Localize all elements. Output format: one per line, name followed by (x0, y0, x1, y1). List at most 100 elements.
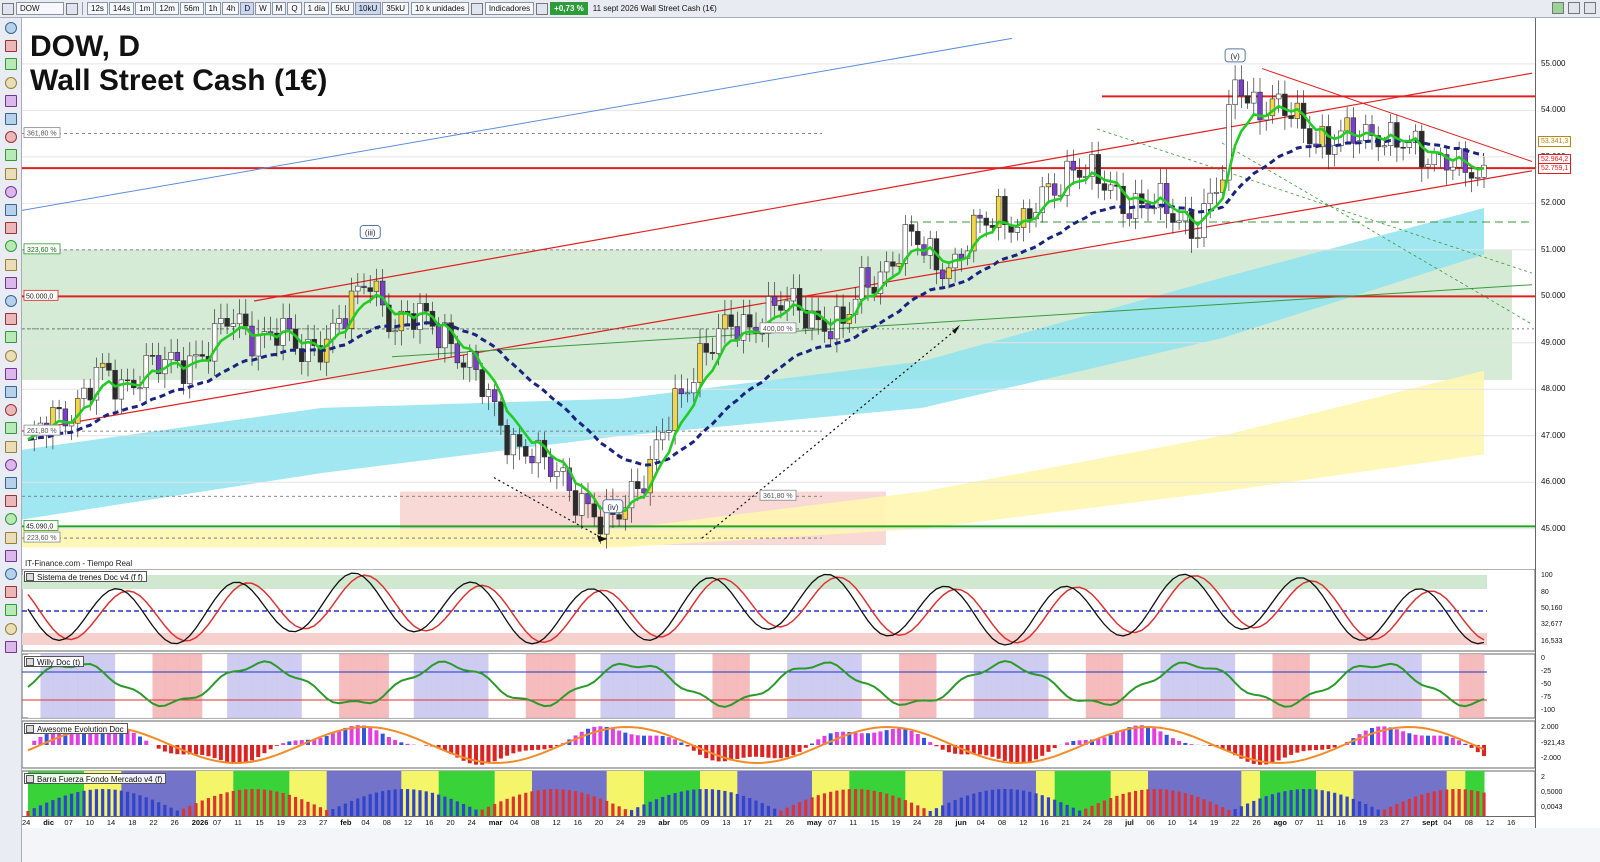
magnet-icon[interactable] (5, 94, 17, 107)
force-background (1465, 771, 1485, 817)
lock-icon[interactable] (5, 349, 17, 362)
unit-button-35kU[interactable]: 35kU (382, 2, 409, 15)
brush-icon[interactable] (1552, 2, 1564, 14)
maximize-icon[interactable] (1584, 2, 1596, 14)
timeframe-button-4h[interactable]: 4h (222, 2, 240, 15)
indicators-button[interactable]: Indicadores (484, 2, 535, 15)
cursor-icon[interactable] (5, 22, 17, 34)
symbol-selector[interactable]: DOW (16, 2, 64, 15)
force-bar (965, 795, 970, 817)
date-tick-label: 14 (106, 818, 116, 827)
chart-type-icon[interactable] (66, 2, 78, 15)
willy-background-bar (476, 654, 489, 718)
elliott-icon[interactable] (5, 404, 17, 417)
unit-button-5kU[interactable]: 5kU (331, 2, 354, 15)
timeframe-button-12m[interactable]: 12m (155, 2, 179, 15)
force-bar (661, 796, 665, 817)
favorite-icon[interactable] (5, 568, 17, 580)
awesome-bar (1270, 745, 1275, 763)
candle-body (778, 305, 784, 311)
arrow-icon[interactable] (5, 167, 17, 180)
layers-icon[interactable] (5, 549, 17, 562)
timeframe-button-144s[interactable]: 144s (108, 2, 135, 15)
willy-background-bar (973, 654, 987, 718)
crosshair-icon[interactable] (5, 76, 17, 89)
zoom-out-icon[interactable] (5, 58, 17, 71)
price-chart[interactable]: (iii) (iv) (v) 361,80 % 323,60 % 261,80 % 223,… (22, 18, 1535, 569)
settings-icon[interactable] (5, 495, 17, 508)
awesome-bar (536, 745, 541, 750)
panel-settings-icon[interactable] (26, 573, 34, 581)
force-background (214, 771, 234, 817)
pattern-icon[interactable] (5, 440, 17, 453)
willy-background-bar (724, 654, 738, 718)
date-tick-label: 18 (128, 818, 137, 827)
unit-button-10kU[interactable]: 10kU (354, 2, 382, 15)
gann-icon[interactable] (5, 386, 17, 398)
awesome-bar (946, 745, 951, 753)
panel-settings-icon[interactable] (26, 725, 34, 733)
indicator-panel-label[interactable]: Barra Fuerza Fondo Mercado v4 (f) (24, 773, 167, 784)
timeframe-button-M[interactable]: M (271, 2, 287, 15)
force-background (513, 771, 533, 817)
timeframe-button-1m[interactable]: 1m (135, 2, 155, 15)
awesome-bar (1457, 740, 1462, 745)
awesome-bar (579, 731, 584, 745)
period-select[interactable]: 1 día (303, 2, 330, 15)
price-tick-label: 48.000 (1541, 384, 1566, 394)
awesome-bar (162, 745, 167, 752)
willy-background-bar (650, 654, 664, 718)
timeframe-button-W[interactable]: W (255, 2, 271, 15)
grid-icon[interactable] (5, 531, 17, 544)
timeframe-button-56m[interactable]: 56m (179, 2, 204, 15)
layout-icon[interactable] (536, 2, 549, 15)
undo-icon[interactable] (5, 622, 17, 635)
indicator-panels[interactable] (22, 569, 1535, 817)
fibonacci-icon[interactable] (5, 204, 17, 216)
brush-icon[interactable] (5, 313, 17, 326)
menu-icon[interactable] (2, 2, 14, 15)
ok-icon[interactable] (5, 586, 17, 599)
price-axis[interactable]: 45.000 46.000 47.000 48.000 49.000 50.000 51.0… (1535, 18, 1600, 828)
zoom-in-icon[interactable] (5, 40, 17, 53)
measure-icon[interactable] (5, 458, 17, 471)
eraser-icon[interactable] (5, 331, 17, 344)
trash-icon[interactable] (5, 477, 17, 489)
indicator-panel-label[interactable]: Awesome Evolution Doc (24, 723, 128, 734)
units-select[interactable]: 10 k unidades (410, 2, 469, 15)
willy-background-bar (563, 654, 577, 718)
delete-icon[interactable] (5, 604, 17, 617)
timeframe-button-1h[interactable]: 1h (204, 2, 222, 15)
panel-settings-icon[interactable] (26, 658, 34, 666)
force-bar (1189, 794, 1194, 817)
timeframe-button-D[interactable]: D (240, 2, 255, 15)
trendline-icon[interactable] (5, 131, 17, 144)
wave-icon[interactable] (5, 422, 17, 435)
force-background (233, 771, 253, 817)
panel-settings-icon[interactable] (26, 775, 34, 783)
rectangle-icon[interactable] (5, 149, 17, 162)
pitchfork-icon[interactable] (5, 295, 17, 307)
camera-icon[interactable] (5, 513, 17, 526)
indicator-panel-label[interactable]: Sistema de trenes Doc v4 (f f) (24, 571, 147, 582)
willy-background-bar (326, 654, 340, 718)
date-axis[interactable]: 24 dic 07 10 14 18 22 26 2026 07 11 15 19 23 27 feb 04 08… (22, 816, 1535, 828)
alert-icon[interactable] (5, 113, 17, 125)
redo-icon[interactable] (5, 640, 17, 653)
awesome-bar (1027, 745, 1032, 763)
timeframe-button-12s[interactable]: 12s (87, 2, 108, 15)
cycle-icon[interactable] (5, 276, 17, 289)
force-bar (1270, 794, 1275, 817)
ellipse-icon[interactable] (5, 258, 17, 271)
awesome-bar (530, 745, 534, 751)
eye-icon[interactable] (5, 367, 17, 380)
ruler-icon[interactable] (5, 222, 17, 235)
indicator-panel-label[interactable]: Willy Doc (t) (24, 656, 85, 667)
channel-icon[interactable] (5, 240, 17, 253)
timeframe-button-Q[interactable]: Q (287, 2, 302, 15)
minimize-icon[interactable] (1568, 2, 1580, 14)
force-background (718, 771, 738, 817)
awesome-bar (841, 731, 846, 745)
candle-body (572, 490, 579, 516)
text-icon[interactable] (5, 185, 17, 198)
